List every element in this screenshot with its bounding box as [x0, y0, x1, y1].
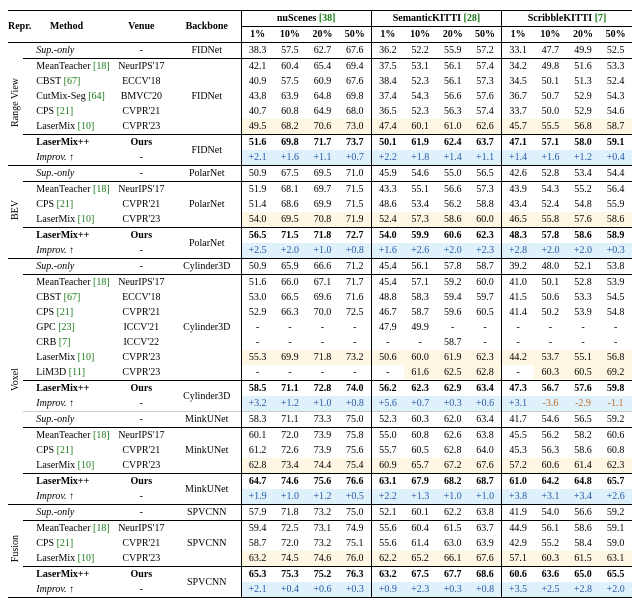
- results-table: Repr.MethodVenueBackbonenuScenes [38]Sem…: [8, 10, 632, 598]
